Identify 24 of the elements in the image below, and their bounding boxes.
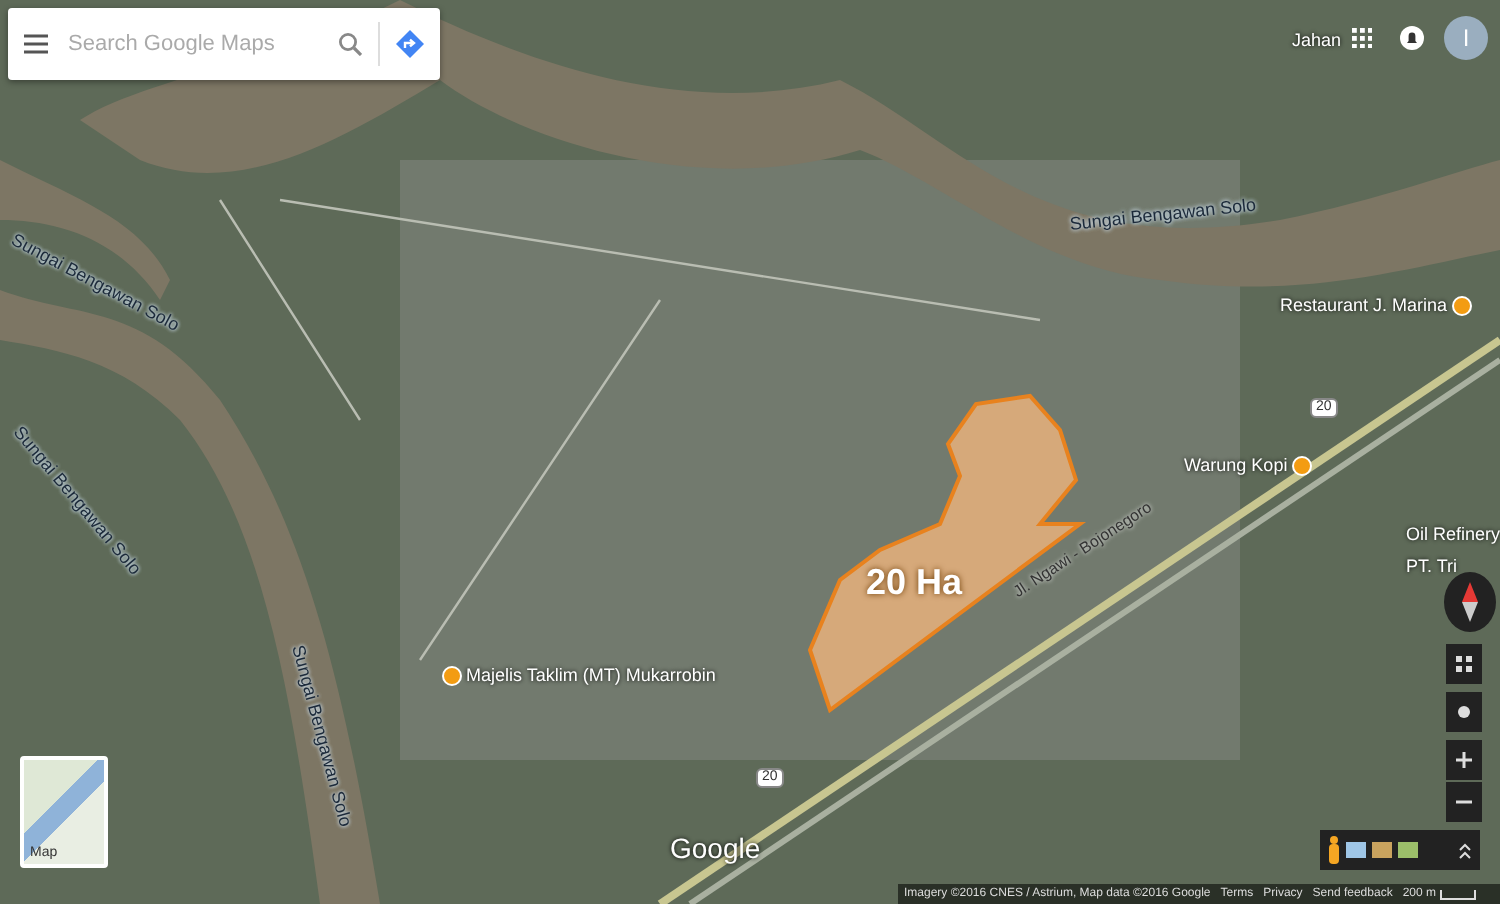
my-location-button[interactable] xyxy=(1446,692,1482,732)
pegman-icon[interactable] xyxy=(1328,836,1340,864)
location-dot-icon xyxy=(1456,704,1472,720)
apps-grid-icon[interactable] xyxy=(1352,28,1372,48)
place-label: Jahan xyxy=(1292,32,1342,52)
menu-icon[interactable] xyxy=(24,34,48,54)
search-box[interactable]: Search Google Maps xyxy=(8,8,440,80)
area-label: 20 Ha xyxy=(866,562,963,604)
zoom-out-button[interactable] xyxy=(1446,782,1482,822)
river-label: Sungai Bengawan Solo xyxy=(1068,196,1258,236)
place-marker-label[interactable]: Majelis Taklim (MT) Mukarrobin xyxy=(438,666,716,687)
place-marker-label[interactable]: Restaurant J. Marina xyxy=(1280,296,1476,317)
zoom-in-button[interactable] xyxy=(1446,740,1482,780)
place-marker-label[interactable]: Warung Kopi xyxy=(1184,456,1316,477)
plus-icon xyxy=(1456,752,1472,768)
tilt-button[interactable] xyxy=(1446,644,1482,684)
search-icon[interactable] xyxy=(338,32,362,56)
scale-bar xyxy=(1440,889,1476,899)
place-label: Oil Refinery xyxy=(1406,526,1500,546)
expand-chevron-icon[interactable] xyxy=(1458,841,1472,859)
grid-icon xyxy=(1456,656,1472,672)
place-label: PT. Tri xyxy=(1406,558,1458,578)
directions-icon[interactable] xyxy=(396,30,424,58)
notification-bell-icon[interactable] xyxy=(1400,24,1424,52)
